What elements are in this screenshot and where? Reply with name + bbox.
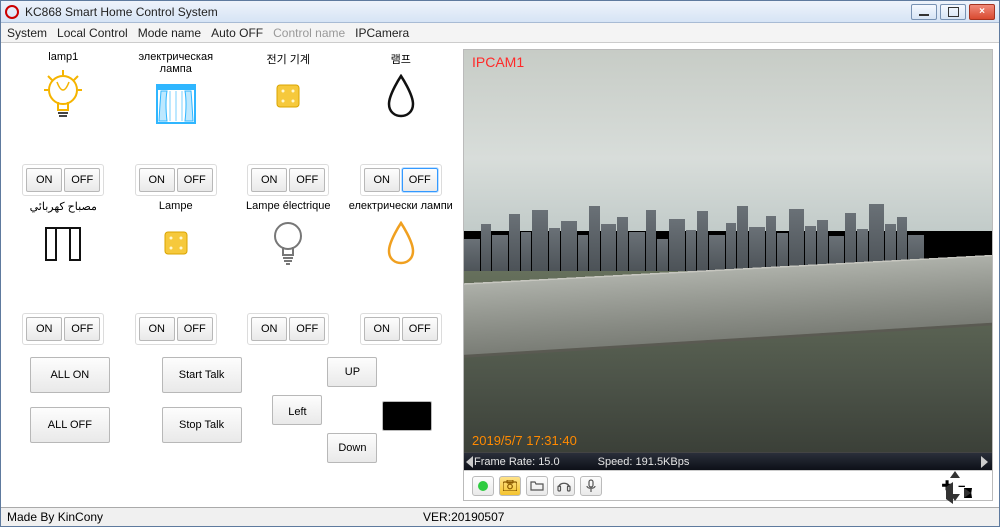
device-6: Lampe ON OFF	[122, 200, 231, 345]
on-button[interactable]: ON	[251, 168, 287, 192]
camera-toolbar: ✚ –	[464, 470, 992, 500]
device-label: электрическая лампа	[122, 51, 231, 75]
device-label: 전기 기계	[266, 51, 310, 67]
ptz-left-icon[interactable]	[930, 482, 953, 504]
device-7: Lampe électrique ON OFF	[234, 200, 343, 345]
down-button[interactable]: Down	[327, 433, 377, 463]
off-button[interactable]: OFF	[289, 317, 325, 341]
device-buttons: ON OFF	[360, 313, 442, 345]
camera-timestamp: 2019/5/7 17:31:40	[472, 433, 577, 448]
device-4: 램프 ON OFF	[347, 51, 456, 196]
record-button[interactable]	[472, 476, 494, 496]
speed: Speed: 191.5KBps	[598, 456, 690, 468]
bulb-outline-icon	[271, 218, 305, 268]
folder-button[interactable]	[526, 476, 548, 496]
gate-outline-icon	[42, 218, 84, 268]
on-button[interactable]: ON	[26, 317, 62, 341]
menubar: System Local Control Mode name Auto OFF …	[1, 23, 999, 43]
direction-pad: UP Left Right Down	[272, 357, 432, 457]
on-button[interactable]: ON	[139, 317, 175, 341]
bottom-controls: ALL ON ALL OFF Start Talk Stop Talk UP L…	[9, 357, 455, 457]
device-1: lamp1 ON	[9, 51, 118, 196]
all-on-button[interactable]: ALL ON	[30, 357, 110, 393]
ptz-control: ✚ –	[924, 472, 984, 500]
device-label: Lampe électrique	[246, 200, 330, 214]
camera-panel: IPCAM1 2019/5/7 17:31:40 Frame Rate: 15.…	[463, 49, 993, 501]
maximize-button[interactable]	[940, 4, 966, 20]
off-button[interactable]: OFF	[402, 168, 438, 192]
off-button[interactable]: OFF	[177, 168, 213, 192]
device-label: مصباح كهربائي	[30, 200, 97, 214]
menu-local-control[interactable]: Local Control	[57, 26, 128, 40]
device-buttons: ON OFF	[135, 164, 217, 196]
square-yellow-icon	[276, 71, 300, 121]
left-button[interactable]: Left	[272, 395, 322, 425]
device-5: مصباح كهربائي ON OFF	[9, 200, 118, 345]
on-button[interactable]: ON	[364, 168, 400, 192]
on-button[interactable]: ON	[26, 168, 62, 192]
camera-status-bar: Frame Rate: 15.0 Speed: 191.5KBps	[464, 452, 992, 470]
device-buttons: ON OFF	[22, 313, 104, 345]
headphone-button[interactable]	[553, 476, 575, 496]
device-label: lamp1	[48, 51, 78, 65]
off-button[interactable]: OFF	[64, 168, 100, 192]
device-grid: lamp1 ON	[9, 51, 455, 345]
menu-control-name: Control name	[273, 26, 345, 40]
off-button[interactable]: OFF	[402, 317, 438, 341]
snapshot-button[interactable]	[499, 476, 521, 496]
menu-auto-off[interactable]: Auto OFF	[211, 26, 263, 40]
bulb-yellow-icon	[42, 69, 84, 119]
device-buttons: ON OFF	[135, 313, 217, 345]
device-buttons: ON OFF	[22, 164, 104, 196]
device-label: 램프	[391, 51, 411, 67]
on-button[interactable]: ON	[139, 168, 175, 192]
on-button[interactable]: ON	[364, 317, 400, 341]
device-buttons: ON OFF	[360, 164, 442, 196]
all-off-button[interactable]: ALL OFF	[30, 407, 110, 443]
version: VER:20190507	[423, 510, 504, 524]
on-button[interactable]: ON	[251, 317, 287, 341]
droplet-orange-icon	[385, 218, 417, 268]
off-button[interactable]: OFF	[64, 317, 100, 341]
right-button[interactable]: Right	[382, 401, 432, 431]
device-panel: lamp1 ON	[1, 43, 463, 507]
camera-feed[interactable]: IPCAM1 2019/5/7 17:31:40	[464, 50, 992, 452]
device-buttons: ON OFF	[247, 313, 329, 345]
droplet-outline-icon	[385, 71, 417, 121]
main-area: lamp1 ON	[1, 43, 999, 507]
made-by: Made By KinCony	[7, 510, 103, 524]
stop-talk-button[interactable]: Stop Talk	[162, 407, 242, 443]
off-button[interactable]: OFF	[177, 317, 213, 341]
device-buttons: ON OFF	[247, 164, 329, 196]
square-yellow-icon	[164, 218, 188, 268]
menu-ipcamera[interactable]: IPCamera	[355, 26, 409, 40]
start-talk-button[interactable]: Start Talk	[162, 357, 242, 393]
off-button[interactable]: OFF	[289, 168, 325, 192]
window-title: KC868 Smart Home Control System	[25, 5, 908, 19]
device-8: електрически лампи ON OFF	[347, 200, 456, 345]
device-label: електрически лампи	[349, 200, 453, 214]
device-3: 전기 기계 ON OFF	[234, 51, 343, 196]
mic-button[interactable]	[580, 476, 602, 496]
device-2: электрическая лампа ON OFF	[122, 51, 231, 196]
menu-mode-name[interactable]: Mode name	[138, 26, 201, 40]
titlebar: KC868 Smart Home Control System ×	[1, 1, 999, 23]
frame-rate: Frame Rate: 15.0	[474, 456, 560, 468]
device-label: Lampe	[159, 200, 193, 214]
menu-system[interactable]: System	[7, 26, 47, 40]
ptz-up-icon[interactable]	[950, 471, 960, 478]
camera-label: IPCAM1	[472, 54, 524, 70]
curtain-blue-icon	[155, 79, 197, 129]
close-button[interactable]: ×	[969, 4, 995, 20]
ptz-right-icon[interactable]	[964, 488, 972, 498]
statusbar: Made By KinCony VER:20190507	[1, 507, 999, 526]
minimize-button[interactable]	[911, 4, 937, 20]
app-icon	[5, 5, 19, 19]
up-button[interactable]: UP	[327, 357, 377, 387]
